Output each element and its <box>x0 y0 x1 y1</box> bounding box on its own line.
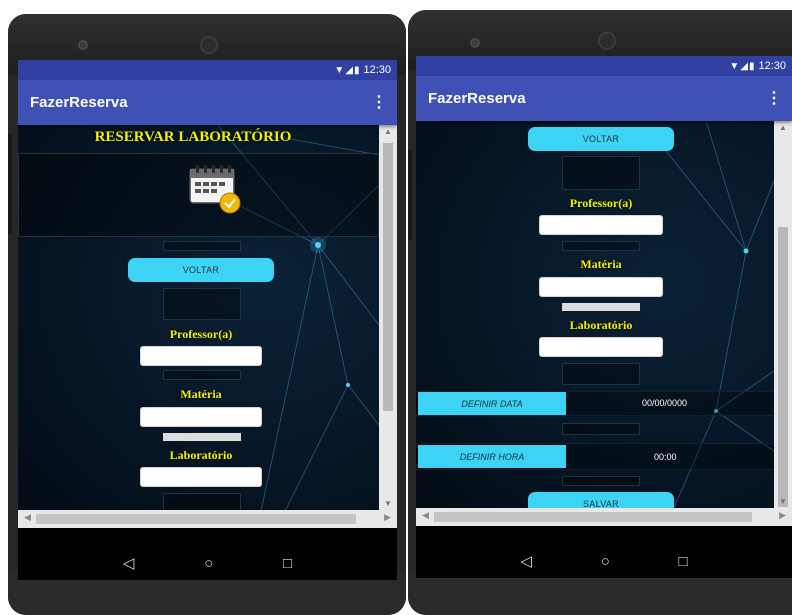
vertical-scrollbar[interactable]: ▲ ▼ <box>379 125 397 510</box>
scroll-up-icon[interactable]: ▲ <box>774 123 792 132</box>
left-phone-frame: ▼◢▮ 12:30 FazerReserva ⋮ RESERVAR LABORA… <box>8 14 406 615</box>
scroll-right-icon[interactable]: ▶ <box>384 512 391 523</box>
date-value: 00/00/0000 <box>642 398 688 408</box>
define-date-button[interactable]: DEFINIR DATA <box>418 392 566 415</box>
materia-label: Matéria <box>580 257 622 271</box>
professor-label: Professor(a) <box>569 196 633 210</box>
professor-input[interactable] <box>140 346 262 366</box>
horizontal-scrollbar[interactable]: ◀ ▶ <box>416 508 792 526</box>
materia-label: Matéria <box>180 387 222 401</box>
page-title: RESERVAR LABORATÓRIO <box>94 129 292 145</box>
spacer-4 <box>562 423 640 435</box>
overflow-menu-icon[interactable]: ⋮ <box>766 88 782 108</box>
hscroll-thumb[interactable] <box>36 514 356 524</box>
scroll-down-icon[interactable]: ▼ <box>379 499 397 508</box>
speaker-icon <box>200 36 218 54</box>
overflow-menu-icon[interactable]: ⋮ <box>371 92 387 112</box>
scroll-thumb[interactable] <box>383 143 393 411</box>
front-camera-icon <box>78 40 88 50</box>
volume-button <box>408 150 412 240</box>
app-title: FazerReserva <box>428 90 526 107</box>
scroll-left-icon[interactable]: ◀ <box>422 510 429 521</box>
scroll-left-icon[interactable]: ◀ <box>24 512 31 523</box>
nav-home-icon[interactable]: ○ <box>601 553 610 570</box>
laboratorio-input[interactable] <box>140 467 262 487</box>
scroll-right-icon[interactable]: ▶ <box>779 510 786 521</box>
right-screen: ▼◢▮ 12:30 FazerReserva ⋮ VOLTAR Professo… <box>416 56 792 578</box>
horizontal-scrollbar[interactable]: ◀ ▶ <box>18 510 397 528</box>
spacer-2 <box>163 288 241 320</box>
laboratorio-label: Laboratório <box>169 448 233 462</box>
status-bar: ▼◢▮ 12:30 <box>18 60 397 80</box>
nav-recents-icon[interactable]: □ <box>283 555 292 572</box>
nav-home-icon[interactable]: ○ <box>204 555 213 572</box>
scroll-thumb[interactable] <box>778 227 788 507</box>
define-time-button[interactable]: DEFINIR HORA <box>418 445 566 468</box>
professor-input[interactable] <box>539 215 663 235</box>
status-bar: ▼◢▮ 12:30 <box>416 56 792 76</box>
app-bar: FazerReserva ⋮ <box>416 76 792 121</box>
time-value: 00:00 <box>654 452 677 462</box>
back-button[interactable]: VOLTAR <box>128 258 274 282</box>
signal-battery-icon: ▼◢▮ <box>729 60 756 72</box>
status-time: 12:30 <box>363 64 391 76</box>
scroll-down-icon[interactable]: ▼ <box>774 497 792 506</box>
spacer-5 <box>562 476 640 486</box>
volume-button <box>8 134 12 234</box>
right-phone-frame: ▼◢▮ 12:30 FazerReserva ⋮ VOLTAR Professo… <box>408 10 792 615</box>
divider-bar <box>163 433 241 441</box>
laboratorio-input[interactable] <box>539 337 663 357</box>
speaker-icon <box>598 32 616 50</box>
navigation-bar: ◁ ○ □ <box>416 544 792 578</box>
spacer-2 <box>562 241 640 251</box>
materia-input[interactable] <box>140 407 262 427</box>
professor-label: Professor(a) <box>169 327 233 341</box>
app-bar: FazerReserva ⋮ <box>18 80 397 125</box>
hscroll-thumb[interactable] <box>434 512 752 522</box>
spacer-1 <box>163 241 241 251</box>
spacer-1 <box>562 156 640 190</box>
scroll-up-icon[interactable]: ▲ <box>379 127 397 136</box>
spacer-3 <box>562 363 640 385</box>
signal-battery-icon: ▼◢▮ <box>334 64 361 76</box>
back-button[interactable]: VOLTAR <box>528 127 674 151</box>
status-time: 12:30 <box>758 60 786 72</box>
laboratorio-label: Laboratório <box>569 318 633 332</box>
calendar-check-icon <box>188 163 244 215</box>
vertical-scrollbar[interactable]: ▲ ▼ <box>774 121 792 508</box>
divider-bar <box>562 303 640 311</box>
nav-back-icon[interactable]: ◁ <box>520 552 532 570</box>
form-content: VOLTAR Professor(a) Matéria Laboratório … <box>416 121 774 526</box>
nav-back-icon[interactable]: ◁ <box>123 554 135 572</box>
nav-recents-icon[interactable]: □ <box>679 553 688 570</box>
materia-input[interactable] <box>539 277 663 297</box>
navigation-bar: ◁ ○ □ <box>18 546 397 580</box>
app-title: FazerReserva <box>30 94 128 111</box>
left-screen: ▼◢▮ 12:30 FazerReserva ⋮ RESERVAR LABORA… <box>18 60 397 580</box>
form-content: RESERVAR LABORATÓRIO VOLTAR Professor(a)… <box>18 125 379 528</box>
spacer-3 <box>163 370 241 380</box>
front-camera-icon <box>470 38 480 48</box>
